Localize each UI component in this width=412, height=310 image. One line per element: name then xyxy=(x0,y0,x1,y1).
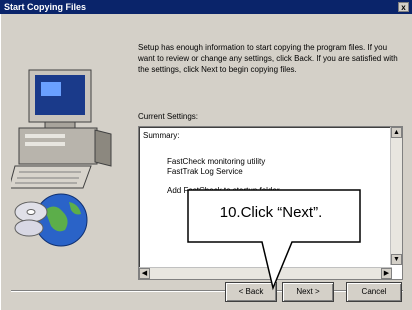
computer-icon xyxy=(11,69,112,189)
back-button[interactable]: < Back xyxy=(225,282,277,302)
setup-illustration xyxy=(11,69,112,247)
cancel-button[interactable]: Cancel xyxy=(346,282,402,302)
intro-text: Setup has enough information to start co… xyxy=(138,43,398,74)
summary-box[interactable]: Summary: FastCheck monitoring utility Fa… xyxy=(138,126,403,280)
next-button[interactable]: Next > xyxy=(282,282,334,302)
current-settings-label: Current Settings: xyxy=(138,112,199,121)
scroll-up-icon[interactable]: ▲ xyxy=(391,127,402,138)
globe-icon xyxy=(34,193,88,247)
vertical-scrollbar[interactable]: ▲ ▼ xyxy=(390,127,402,265)
summary-item: Add FastCheck to startup folder xyxy=(167,186,280,195)
title-bar: Start Copying Files x xyxy=(0,0,412,14)
summary-item: FastTrak Log Service xyxy=(167,167,243,176)
scroll-right-icon[interactable]: ▶ xyxy=(381,268,392,279)
horizontal-scrollbar[interactable]: ◀ ▶ xyxy=(139,267,392,279)
separator xyxy=(11,290,403,292)
summary-item: FastCheck monitoring utility xyxy=(167,157,266,166)
window-title: Start Copying Files xyxy=(4,2,87,12)
callout-text: 10.Click “Next”. xyxy=(219,204,323,221)
scroll-left-icon[interactable]: ◀ xyxy=(139,268,150,279)
scroll-down-icon[interactable]: ▼ xyxy=(391,254,402,265)
summary-heading: Summary: xyxy=(143,131,180,140)
cd-icon xyxy=(14,201,48,237)
setup-dialog: Setup has enough information to start co… xyxy=(0,14,412,310)
close-icon[interactable]: x xyxy=(398,2,409,12)
